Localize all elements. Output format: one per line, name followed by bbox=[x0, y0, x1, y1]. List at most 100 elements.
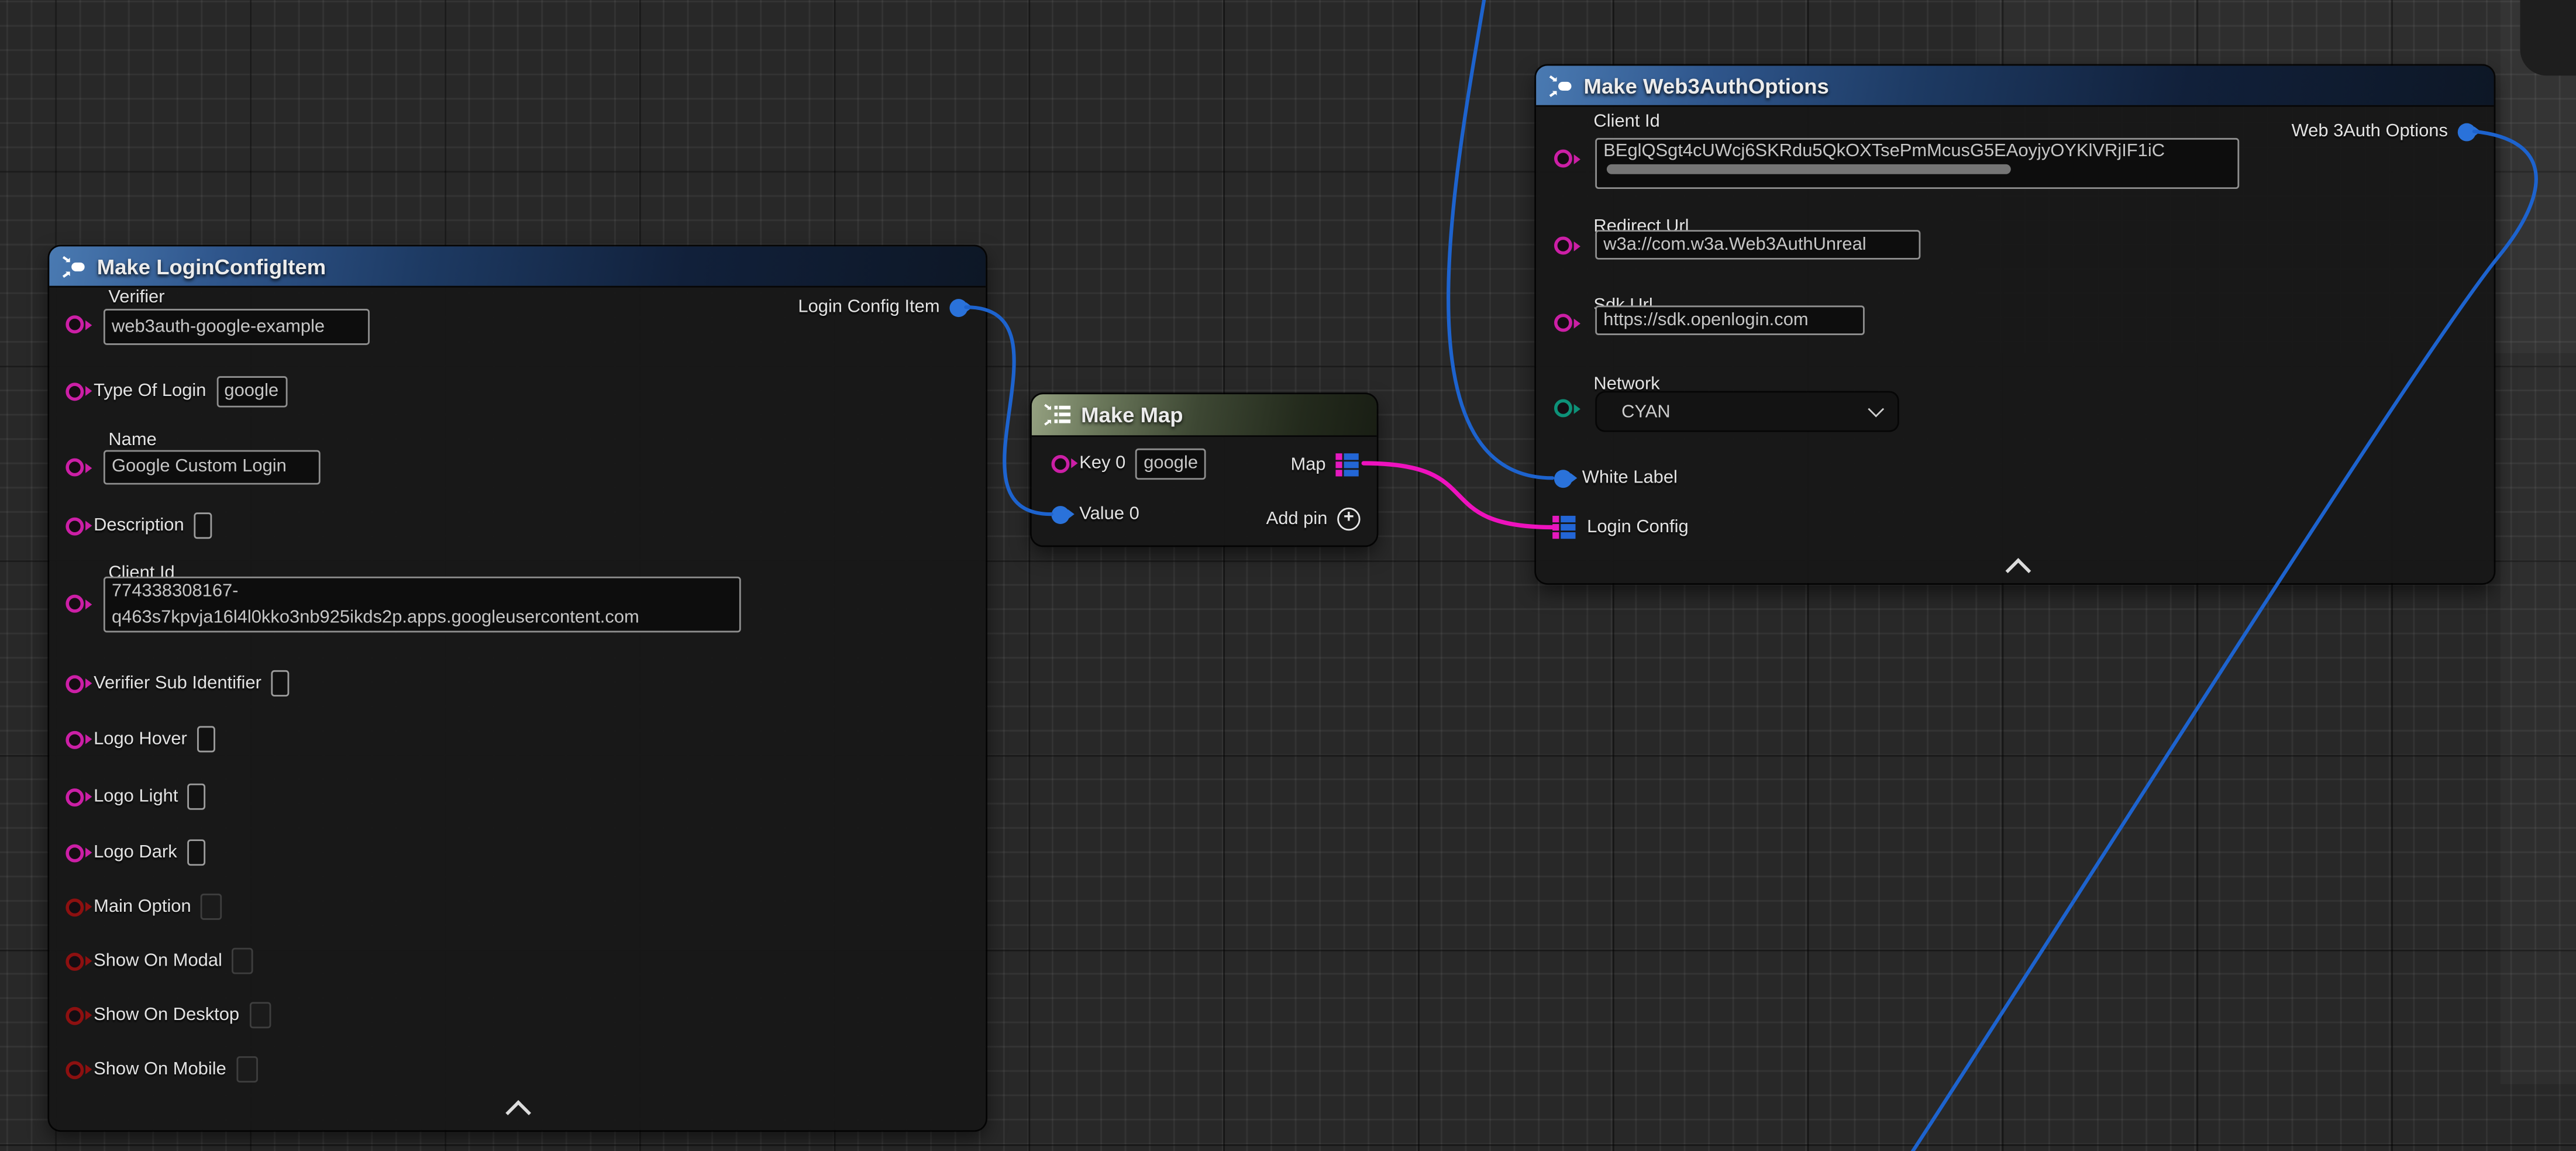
pin-row-main-option: Main Option bbox=[66, 890, 222, 923]
add-pin-plus-icon[interactable] bbox=[1337, 508, 1360, 530]
verifier-input[interactable]: web3auth-google-example bbox=[104, 309, 370, 345]
verifier-label: Verifier bbox=[108, 288, 164, 308]
chevron-down-icon bbox=[1868, 401, 1884, 418]
client-id-label: Client Id bbox=[1593, 112, 1659, 132]
type-of-login-input[interactable]: google bbox=[216, 375, 287, 406]
wire-map-to-login-config[interactable] bbox=[1363, 463, 1554, 528]
name-input[interactable]: Google Custom Login bbox=[104, 450, 321, 485]
white-label-label: White Label bbox=[1582, 468, 1678, 488]
logo-hover-label: Logo Hover bbox=[94, 729, 187, 749]
redirect-url-input[interactable]: w3a://com.w3a.Web3AuthUnreal bbox=[1595, 230, 1920, 260]
add-pin-button: Add pin bbox=[1266, 502, 1361, 535]
name-label: Name bbox=[108, 430, 156, 450]
map-output-label: Map bbox=[1290, 455, 1325, 475]
map-output-pin[interactable] bbox=[1335, 453, 1360, 476]
description-label: Description bbox=[94, 516, 184, 536]
pin-row-show-on-mobile: Show On Mobile bbox=[66, 1053, 257, 1085]
pin-row-white-label: White Label bbox=[1554, 461, 1678, 494]
show-on-mobile-label: Show On Mobile bbox=[94, 1060, 226, 1080]
client-id-line1: 774338308167- bbox=[112, 580, 733, 605]
node-title: Make LoginConfigItem bbox=[97, 254, 326, 278]
node-title: Make Web3AuthOptions bbox=[1584, 73, 1829, 98]
name-pin[interactable] bbox=[66, 459, 84, 477]
logo-light-label: Logo Light bbox=[94, 787, 178, 807]
node-make-loginconfigitem[interactable]: Make LoginConfigItem Login Config Item V… bbox=[49, 246, 986, 1130]
web3auth-options-output-label: Web 3Auth Options bbox=[2292, 122, 2448, 142]
collapse-node-chevron-icon[interactable] bbox=[505, 1100, 531, 1126]
verifier-pin[interactable] bbox=[66, 315, 84, 333]
main-option-pin[interactable] bbox=[66, 898, 84, 916]
description-pin[interactable] bbox=[66, 516, 84, 535]
client-id-scrollbar[interactable] bbox=[1607, 164, 2011, 174]
network-dropdown[interactable]: CYAN bbox=[1595, 391, 1899, 432]
pin-row-show-on-desktop: Show On Desktop bbox=[66, 999, 270, 1032]
node-make-map[interactable]: Make Map Key 0 google Map Value 0 Add pi… bbox=[1032, 394, 1377, 545]
pin-row-logo-dark: Logo Dark bbox=[66, 836, 205, 869]
value0-label: Value 0 bbox=[1079, 504, 1139, 524]
client-id-input[interactable]: 774338308167- q463s7kpvja16l4l0kko3nb925… bbox=[104, 577, 741, 632]
pin-row-logo-hover: Logo Hover bbox=[66, 723, 215, 756]
login-config-pin[interactable] bbox=[1552, 516, 1577, 539]
network-pin[interactable] bbox=[1554, 399, 1572, 418]
sdk-url-input[interactable]: https://sdk.openlogin.com bbox=[1595, 305, 1865, 335]
make-struct-icon bbox=[1548, 73, 1574, 98]
node-header[interactable]: Make Map bbox=[1032, 394, 1377, 437]
key0-input[interactable]: google bbox=[1135, 447, 1206, 478]
pin-row-web3auth-options-output: Web 3Auth Options bbox=[2292, 115, 2476, 148]
blueprint-graph-canvas[interactable]: Make LoginConfigItem Login Config Item V… bbox=[0, 0, 2576, 1151]
main-option-checkbox[interactable] bbox=[201, 894, 223, 920]
pin-row-value0: Value 0 bbox=[1052, 498, 1139, 530]
node-title: Make Map bbox=[1081, 402, 1183, 427]
logo-light-input[interactable] bbox=[188, 784, 206, 810]
show-on-mobile-checkbox[interactable] bbox=[236, 1056, 258, 1083]
verifier-sub-identifier-input[interactable] bbox=[271, 670, 290, 697]
key0-label: Key 0 bbox=[1079, 453, 1125, 473]
verifier-sub-identifier-label: Verifier Sub Identifier bbox=[94, 674, 261, 694]
logo-dark-input[interactable] bbox=[187, 839, 205, 866]
overlay-panel-corner bbox=[2520, 0, 2576, 75]
redirect-url-pin[interactable] bbox=[1554, 236, 1572, 254]
node-make-web3authoptions[interactable]: Make Web3AuthOptions Web 3Auth Options C… bbox=[1536, 66, 2494, 583]
pin-row-map-output: Map bbox=[1290, 449, 1360, 481]
show-on-modal-label: Show On Modal bbox=[94, 951, 222, 971]
value0-pin[interactable] bbox=[1052, 505, 1070, 523]
grid-highlight-region bbox=[2501, 0, 2576, 1084]
web3auth-options-output-pin[interactable] bbox=[2458, 122, 2476, 140]
type-of-login-pin[interactable] bbox=[66, 382, 84, 400]
description-input[interactable] bbox=[194, 512, 212, 539]
login-config-item-output-pin[interactable] bbox=[949, 298, 967, 316]
pin-row-description: Description bbox=[66, 509, 212, 542]
type-of-login-label: Type Of Login bbox=[94, 381, 206, 401]
logo-dark-pin[interactable] bbox=[66, 843, 84, 861]
node-header[interactable]: Make LoginConfigItem bbox=[49, 246, 986, 287]
make-struct-icon bbox=[61, 254, 87, 278]
logo-hover-pin[interactable] bbox=[66, 730, 84, 748]
pin-row-login-config: Login Config bbox=[1552, 511, 1689, 543]
pin-row-type-of-login: Type Of Login google bbox=[66, 374, 287, 407]
client-id-input[interactable]: BEglQSgt4cUWcj6SKRdu5QkOXTsePmMcusG5EAoy… bbox=[1595, 138, 2239, 189]
show-on-modal-checkbox[interactable] bbox=[232, 948, 254, 974]
key0-pin[interactable] bbox=[1052, 454, 1070, 473]
show-on-desktop-pin[interactable] bbox=[66, 1006, 84, 1024]
pin-row-login-config-item-output: Login Config Item bbox=[798, 291, 967, 323]
sdk-url-pin[interactable] bbox=[1554, 313, 1572, 332]
client-id-pin[interactable] bbox=[66, 595, 84, 613]
show-on-desktop-checkbox[interactable] bbox=[249, 1002, 271, 1028]
pin-row-logo-light: Logo Light bbox=[66, 780, 206, 813]
show-on-modal-pin[interactable] bbox=[66, 952, 84, 970]
logo-dark-label: Logo Dark bbox=[94, 843, 177, 863]
pin-row-verifier-sub-identifier: Verifier Sub Identifier bbox=[66, 667, 289, 699]
make-map-icon bbox=[1044, 402, 1072, 427]
client-id-value: BEglQSgt4cUWcj6SKRdu5QkOXTsePmMcusG5EAoy… bbox=[1603, 142, 2165, 161]
verifier-sub-identifier-pin[interactable] bbox=[66, 674, 84, 692]
main-option-label: Main Option bbox=[94, 897, 191, 917]
white-label-pin[interactable] bbox=[1554, 469, 1572, 487]
collapse-node-chevron-icon[interactable] bbox=[2006, 558, 2031, 584]
network-selected-value: CYAN bbox=[1621, 402, 1671, 422]
add-pin-label: Add pin bbox=[1266, 509, 1328, 529]
client-id-pin[interactable] bbox=[1554, 150, 1572, 168]
logo-hover-input[interactable] bbox=[197, 726, 215, 752]
logo-light-pin[interactable] bbox=[66, 788, 84, 806]
node-header[interactable]: Make Web3AuthOptions bbox=[1536, 66, 2494, 106]
show-on-mobile-pin[interactable] bbox=[66, 1060, 84, 1078]
